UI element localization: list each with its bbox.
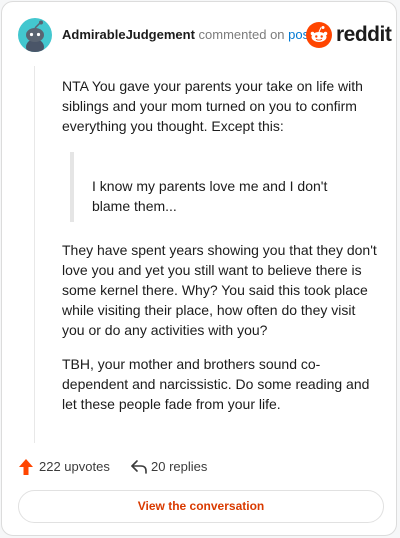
- comment-header: AdmirableJudgement commented on post red…: [18, 18, 392, 52]
- user-avatar[interactable]: [18, 18, 52, 52]
- thread-line: [34, 66, 35, 443]
- upvote-count: 222 upvotes: [39, 459, 110, 474]
- snoo-avatar-icon: [26, 20, 44, 52]
- reddit-brand[interactable]: reddit: [306, 22, 392, 48]
- comment-paragraph-2: They have spent years showing you that t…: [62, 242, 377, 338]
- reddit-logo-icon: [306, 22, 332, 48]
- comment-paragraph-3: TBH, your mother and brothers sound co-d…: [62, 356, 370, 412]
- reply-count: 20 replies: [151, 459, 208, 474]
- comment-verb: commented on: [198, 27, 285, 42]
- comment-meta: AdmirableJudgement commented on post: [62, 27, 313, 43]
- replies-button[interactable]: 20 replies: [130, 457, 240, 477]
- reddit-wordmark: reddit: [336, 23, 392, 46]
- upvote-button[interactable]: 222 upvotes: [18, 457, 118, 477]
- author-name[interactable]: AdmirableJudgement: [62, 27, 195, 42]
- view-conversation-button[interactable]: View the conversation: [18, 490, 384, 523]
- reply-arrow-icon: [131, 460, 147, 474]
- upvote-arrow-icon: [19, 459, 33, 475]
- blockquote-text: I know my parents love me and I don't bl…: [92, 178, 328, 214]
- comment-paragraph-1: NTA You gave your parents your take on l…: [62, 78, 363, 134]
- embedded-comment-card: AdmirableJudgement commented on post red…: [1, 1, 397, 536]
- blockquote: I know my parents love me and I don't bl…: [70, 152, 374, 222]
